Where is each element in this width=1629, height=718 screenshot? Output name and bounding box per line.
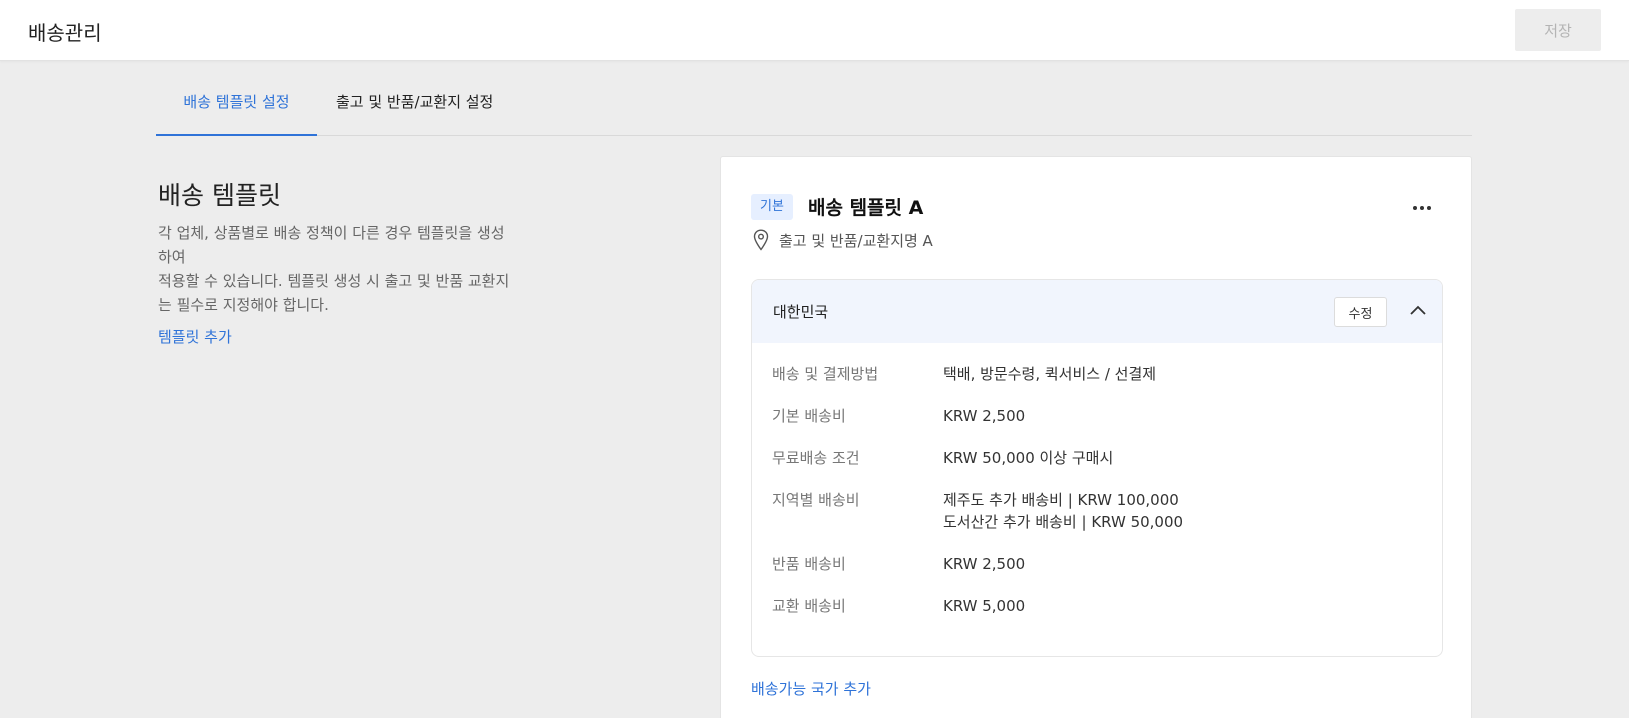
detail-value: KRW 50,000 이상 구매시 xyxy=(943,447,1113,469)
country-name: 대한민국 xyxy=(773,303,829,321)
description-line: 각 업체, 상품별로 배송 정책이 다른 경우 템플릿을 생성 xyxy=(158,224,505,242)
section-title: 배송 템플릿 xyxy=(158,181,281,210)
top-bar: 배송관리 저장 xyxy=(0,0,1629,61)
template-card: 기본 배송 템플릿 A 출고 및 반품/교환지명 A 대한민국 수정 배송 및 … xyxy=(720,156,1472,718)
detail-value: 제주도 추가 배송비 | KRW 100,000 도서산간 추가 배송비 | K… xyxy=(943,489,1183,533)
detail-label: 교환 배송비 xyxy=(772,597,846,615)
detail-value-line: 제주도 추가 배송비 | KRW 100,000 xyxy=(943,491,1179,509)
tab-return-exchange-address[interactable]: 출고 및 반품/교환지 설정 xyxy=(336,84,493,136)
default-badge: 기본 xyxy=(751,194,793,220)
tab-bar: 배송 템플릿 설정 출고 및 반품/교환지 설정 xyxy=(156,84,1472,136)
location-address: 출고 및 반품/교환지명 A xyxy=(779,232,933,250)
detail-value-line: KRW 5,000 xyxy=(943,597,1026,615)
detail-label: 반품 배송비 xyxy=(772,555,846,573)
detail-label: 무료배송 조건 xyxy=(772,449,860,467)
description-line: 적용할 수 있습니다. 템플릿 생성 시 출고 및 반품 교환지 xyxy=(158,272,510,290)
detail-value: KRW 2,500 xyxy=(943,553,1025,575)
add-template-link[interactable]: 템플릿 추가 xyxy=(158,326,232,347)
detail-value-line: 택배, 방문수령, 퀵서비스 / 선결제 xyxy=(943,365,1157,383)
page-title: 배송관리 xyxy=(28,21,102,45)
country-header: 대한민국 수정 xyxy=(752,280,1442,343)
detail-label: 기본 배송비 xyxy=(772,407,846,425)
detail-value: KRW 2,500 xyxy=(943,405,1025,427)
detail-value: KRW 5,000 xyxy=(943,595,1025,617)
chevron-up-icon[interactable] xyxy=(1409,302,1427,320)
detail-value: 택배, 방문수령, 퀵서비스 / 선결제 xyxy=(943,363,1156,385)
more-horizontal-icon[interactable] xyxy=(1413,203,1433,213)
save-button[interactable]: 저장 xyxy=(1515,9,1601,51)
detail-label: 지역별 배송비 xyxy=(772,491,860,509)
template-title: 배송 템플릿 A xyxy=(808,197,924,219)
detail-value-line: KRW 2,500 xyxy=(943,555,1026,573)
detail-value-line: 도서산간 추가 배송비 | KRW 50,000 xyxy=(943,513,1184,531)
detail-value-line: KRW 2,500 xyxy=(943,407,1026,425)
description-line: 하여 xyxy=(158,248,186,266)
edit-button[interactable]: 수정 xyxy=(1334,297,1387,327)
detail-value-line: KRW 50,000 이상 구매시 xyxy=(943,449,1114,467)
add-country-link[interactable]: 배송가능 국가 추가 xyxy=(751,678,871,699)
detail-label: 배송 및 결제방법 xyxy=(772,365,879,383)
section-description: 각 업체, 상품별로 배송 정책이 다른 경우 템플릿을 생성 하여 적용할 수… xyxy=(158,221,573,317)
tab-shipping-template[interactable]: 배송 템플릿 설정 xyxy=(156,84,317,136)
map-pin-icon xyxy=(753,229,769,251)
country-section: 대한민국 수정 배송 및 결제방법 택배, 방문수령, 퀵서비스 / 선결제 기… xyxy=(751,279,1443,657)
description-line: 는 필수로 지정해야 합니다. xyxy=(158,296,329,314)
